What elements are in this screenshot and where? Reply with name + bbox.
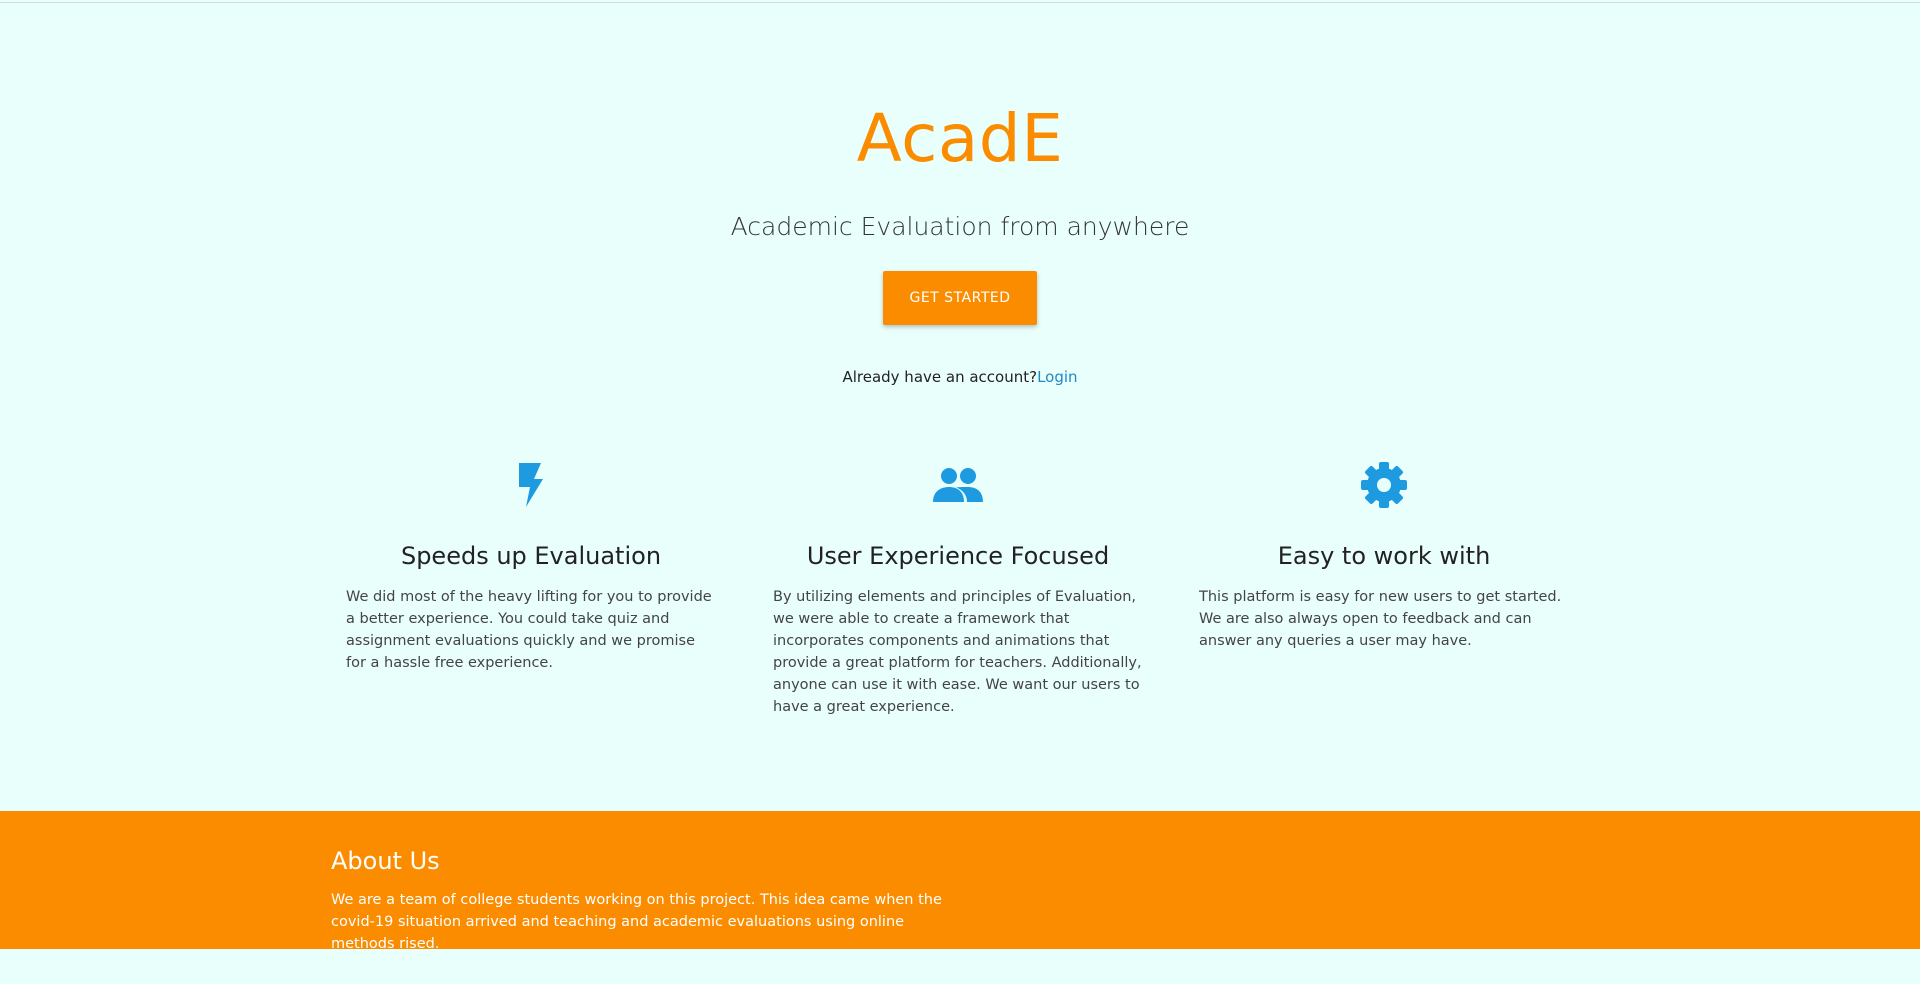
feature-title: Speeds up Evaluation <box>400 542 662 570</box>
feature-speed: Speeds up Evaluation We did most of the … <box>346 460 716 674</box>
login-link[interactable]: Login <box>1037 368 1077 386</box>
feature-easy: Easy to work with This platform is easy … <box>1199 460 1569 652</box>
gear-icon <box>1199 460 1569 510</box>
about-footer: About Us We are a team of college studen… <box>0 811 1920 952</box>
footer-text: We are a team of college students workin… <box>331 892 942 952</box>
get-started-button[interactable]: GET STARTED <box>883 271 1037 325</box>
footer-title: About Us <box>331 847 440 875</box>
feature-ux: User Experience Focused By utilizing ele… <box>773 460 1143 718</box>
landing-page: AcadE Academic Evaluation from anywhere … <box>0 0 1920 984</box>
feature-text: By utilizing elements and principles of … <box>773 589 1142 715</box>
feature-text: This platform is easy for new users to g… <box>1199 589 1562 649</box>
lightning-bolt-icon <box>346 460 716 510</box>
tagline: Academic Evaluation from anywhere <box>730 212 1190 241</box>
group-icon <box>773 460 1143 510</box>
feature-text: We did most of the heavy lifting for you… <box>346 589 712 671</box>
feature-title: Easy to work with <box>1277 542 1491 570</box>
account-prompt: Already have an account?Login <box>0 368 1920 386</box>
brand-logo-text: AcadE <box>856 100 1064 177</box>
top-divider <box>0 2 1920 3</box>
account-prompt-text: Already have an account? <box>842 368 1038 386</box>
feature-title: User Experience Focused <box>806 542 1110 570</box>
